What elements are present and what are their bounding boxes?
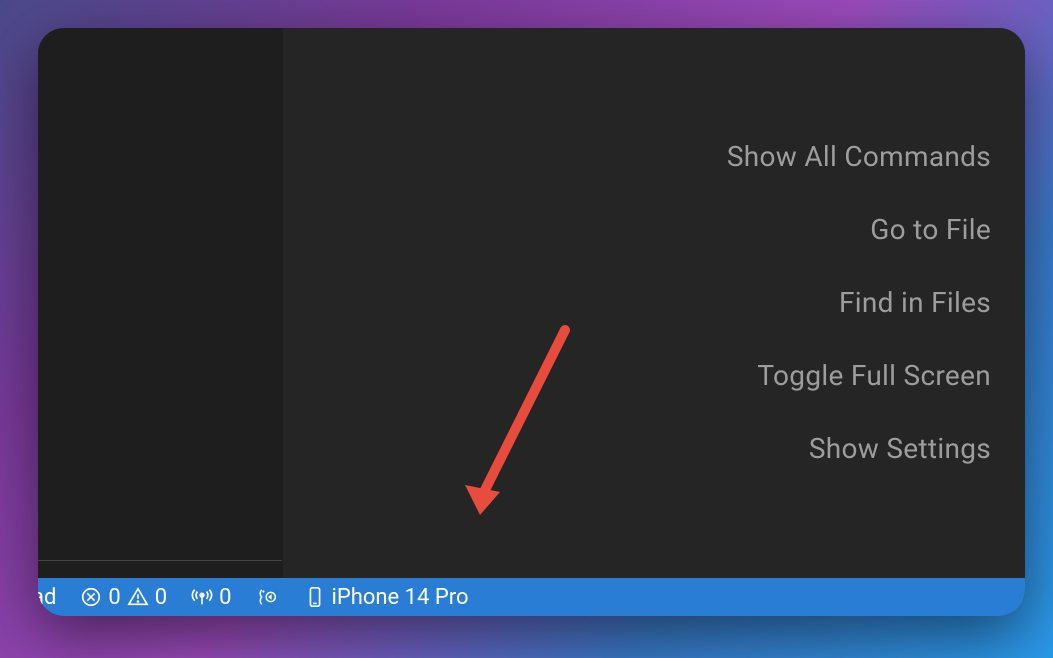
sidebar-divider	[38, 560, 282, 561]
sidebar-panel	[38, 28, 283, 578]
command-toggle-full-screen[interactable]: Toggle Full Screen	[757, 359, 991, 392]
status-problems[interactable]: 0 0	[80, 585, 167, 610]
status-debug[interactable]	[256, 586, 280, 608]
debug-icon	[256, 586, 280, 608]
status-bar: ad 0 0	[38, 578, 1025, 616]
device-label: iPhone 14 Pro	[332, 585, 469, 610]
welcome-command-list: Show All Commands Go to File Find in Fil…	[727, 140, 991, 465]
command-show-all-commands[interactable]: Show All Commands	[727, 140, 991, 173]
warning-icon	[127, 586, 149, 608]
editor-area: Show All Commands Go to File Find in Fil…	[38, 28, 1025, 578]
command-go-to-file[interactable]: Go to File	[870, 213, 991, 246]
error-count: 0	[108, 585, 120, 610]
error-icon	[80, 586, 102, 608]
phone-icon	[304, 585, 326, 609]
broadcast-icon	[191, 586, 213, 608]
status-partial-label: ad	[38, 585, 56, 610]
status-item-partial[interactable]: ad	[38, 585, 56, 610]
command-show-settings[interactable]: Show Settings	[809, 432, 991, 465]
command-find-in-files[interactable]: Find in Files	[839, 286, 991, 319]
status-port-forward[interactable]: 0	[191, 585, 231, 610]
editor-window: Show All Commands Go to File Find in Fil…	[38, 28, 1025, 616]
warning-count: 0	[155, 585, 167, 610]
welcome-area: Show All Commands Go to File Find in Fil…	[283, 28, 1025, 578]
port-forward-count: 0	[219, 585, 231, 610]
status-device-selector[interactable]: iPhone 14 Pro	[304, 585, 469, 610]
